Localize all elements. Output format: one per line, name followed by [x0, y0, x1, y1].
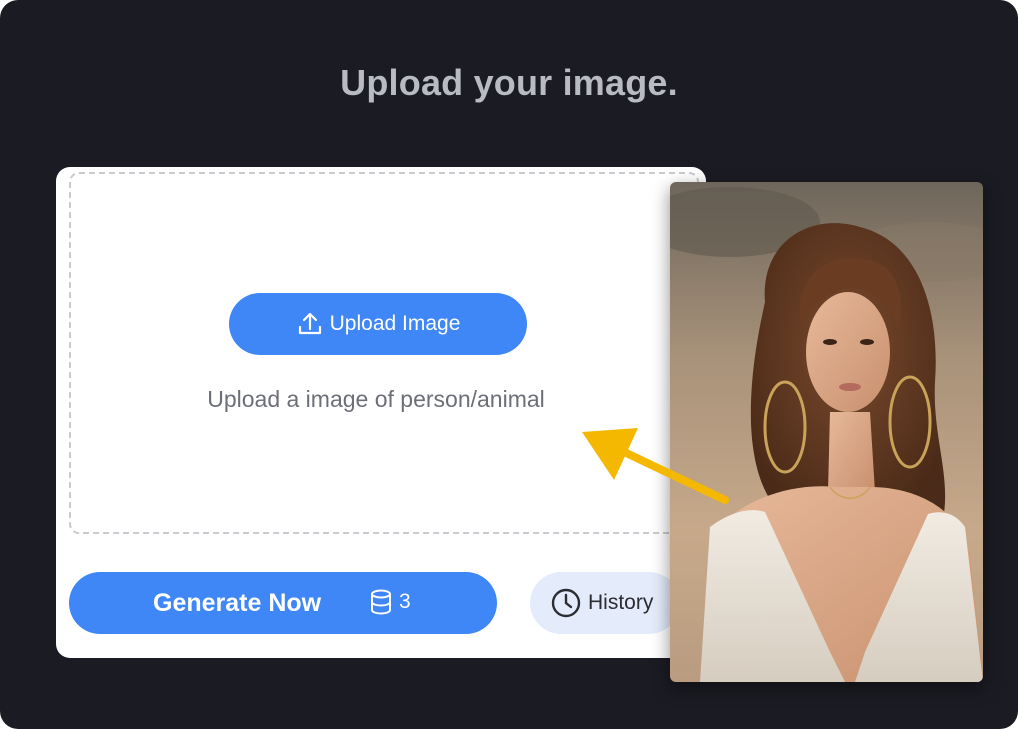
- upload-card: Upload Image Upload a image of person/an…: [56, 167, 706, 658]
- credits-badge: 3: [369, 589, 411, 615]
- upload-icon: [296, 310, 324, 338]
- history-label: History: [588, 591, 654, 614]
- upload-image-label: Upload Image: [329, 312, 461, 335]
- arrow-icon: [570, 418, 740, 518]
- upload-helper-text: Upload a image of person/animal: [207, 386, 545, 412]
- history-button[interactable]: History: [530, 572, 680, 634]
- clock-icon: [550, 587, 582, 619]
- upload-image-button[interactable]: Upload Image: [229, 293, 527, 355]
- credits-count: 3: [399, 590, 411, 613]
- generate-now-label: Generate Now: [153, 589, 322, 617]
- generate-now-button[interactable]: Generate Now 3: [69, 572, 497, 634]
- page-title: Upload your image.: [340, 62, 678, 103]
- app-frame: Upload your image. Upload Image Upload a…: [0, 0, 1018, 729]
- database-icon: [369, 589, 393, 615]
